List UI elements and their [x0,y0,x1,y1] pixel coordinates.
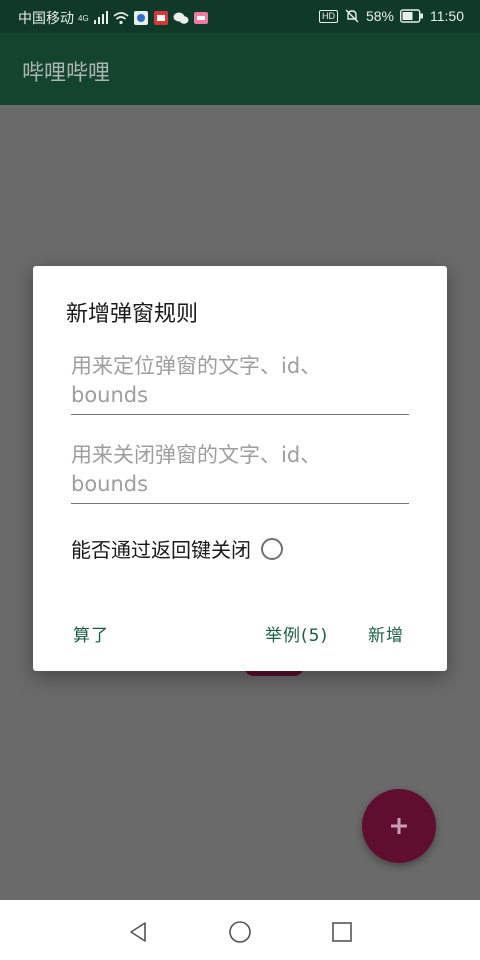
app-title: 哔哩哔哩 [22,61,111,86]
back-key-close-label: 能否通过返回键关闭 [71,538,251,562]
app-notification-icon [133,11,148,25]
hd-badge: HD [318,9,338,23]
dialog-title: 新增弹窗规则 [66,302,199,327]
mute-bell-icon [345,9,359,23]
carrier-label: 中国移动 [18,10,74,26]
app-notification-icon [153,11,168,25]
back-key-close-radio[interactable] [261,537,283,560]
example-button[interactable]: 举例(5) [265,621,328,646]
battery-percent: 58% [365,8,394,24]
close-popup-placeholder: 用来关闭弹窗的文字、id、 bounds [71,443,322,496]
locate-popup-input[interactable]: 用来定位弹窗的文字、id、 bounds [71,352,409,415]
bilibili-icon [193,12,208,24]
wechat-icon [173,12,189,24]
navigation-bar [0,900,480,960]
network-type: 4G [78,13,89,23]
back-key-close-option[interactable]: 能否通过返回键关闭 [71,534,283,563]
plus-icon [391,818,407,834]
wifi-icon [113,12,129,25]
signal-icon [93,11,108,24]
add-popup-rule-dialog: 新增弹窗规则 用来定位弹窗的文字、id、 bounds 用来关闭弹窗的文字、id… [33,266,447,671]
close-popup-input[interactable]: 用来关闭弹窗的文字、id、 bounds [71,441,409,504]
cancel-button[interactable]: 算了 [73,621,109,646]
app-bar: 哔哩哔哩 [0,33,480,105]
add-fab-button[interactable] [362,789,436,863]
locate-popup-placeholder: 用来定位弹窗的文字、id、 bounds [71,354,322,407]
back-icon[interactable] [126,920,150,944]
status-bar: 中国移动 4G HD 58% 11:50 [0,0,480,33]
clock: 11:50 [430,8,464,24]
recents-icon[interactable] [330,920,354,944]
battery-icon [400,9,423,23]
add-button[interactable]: 新增 [368,621,404,646]
home-icon[interactable] [228,920,252,944]
